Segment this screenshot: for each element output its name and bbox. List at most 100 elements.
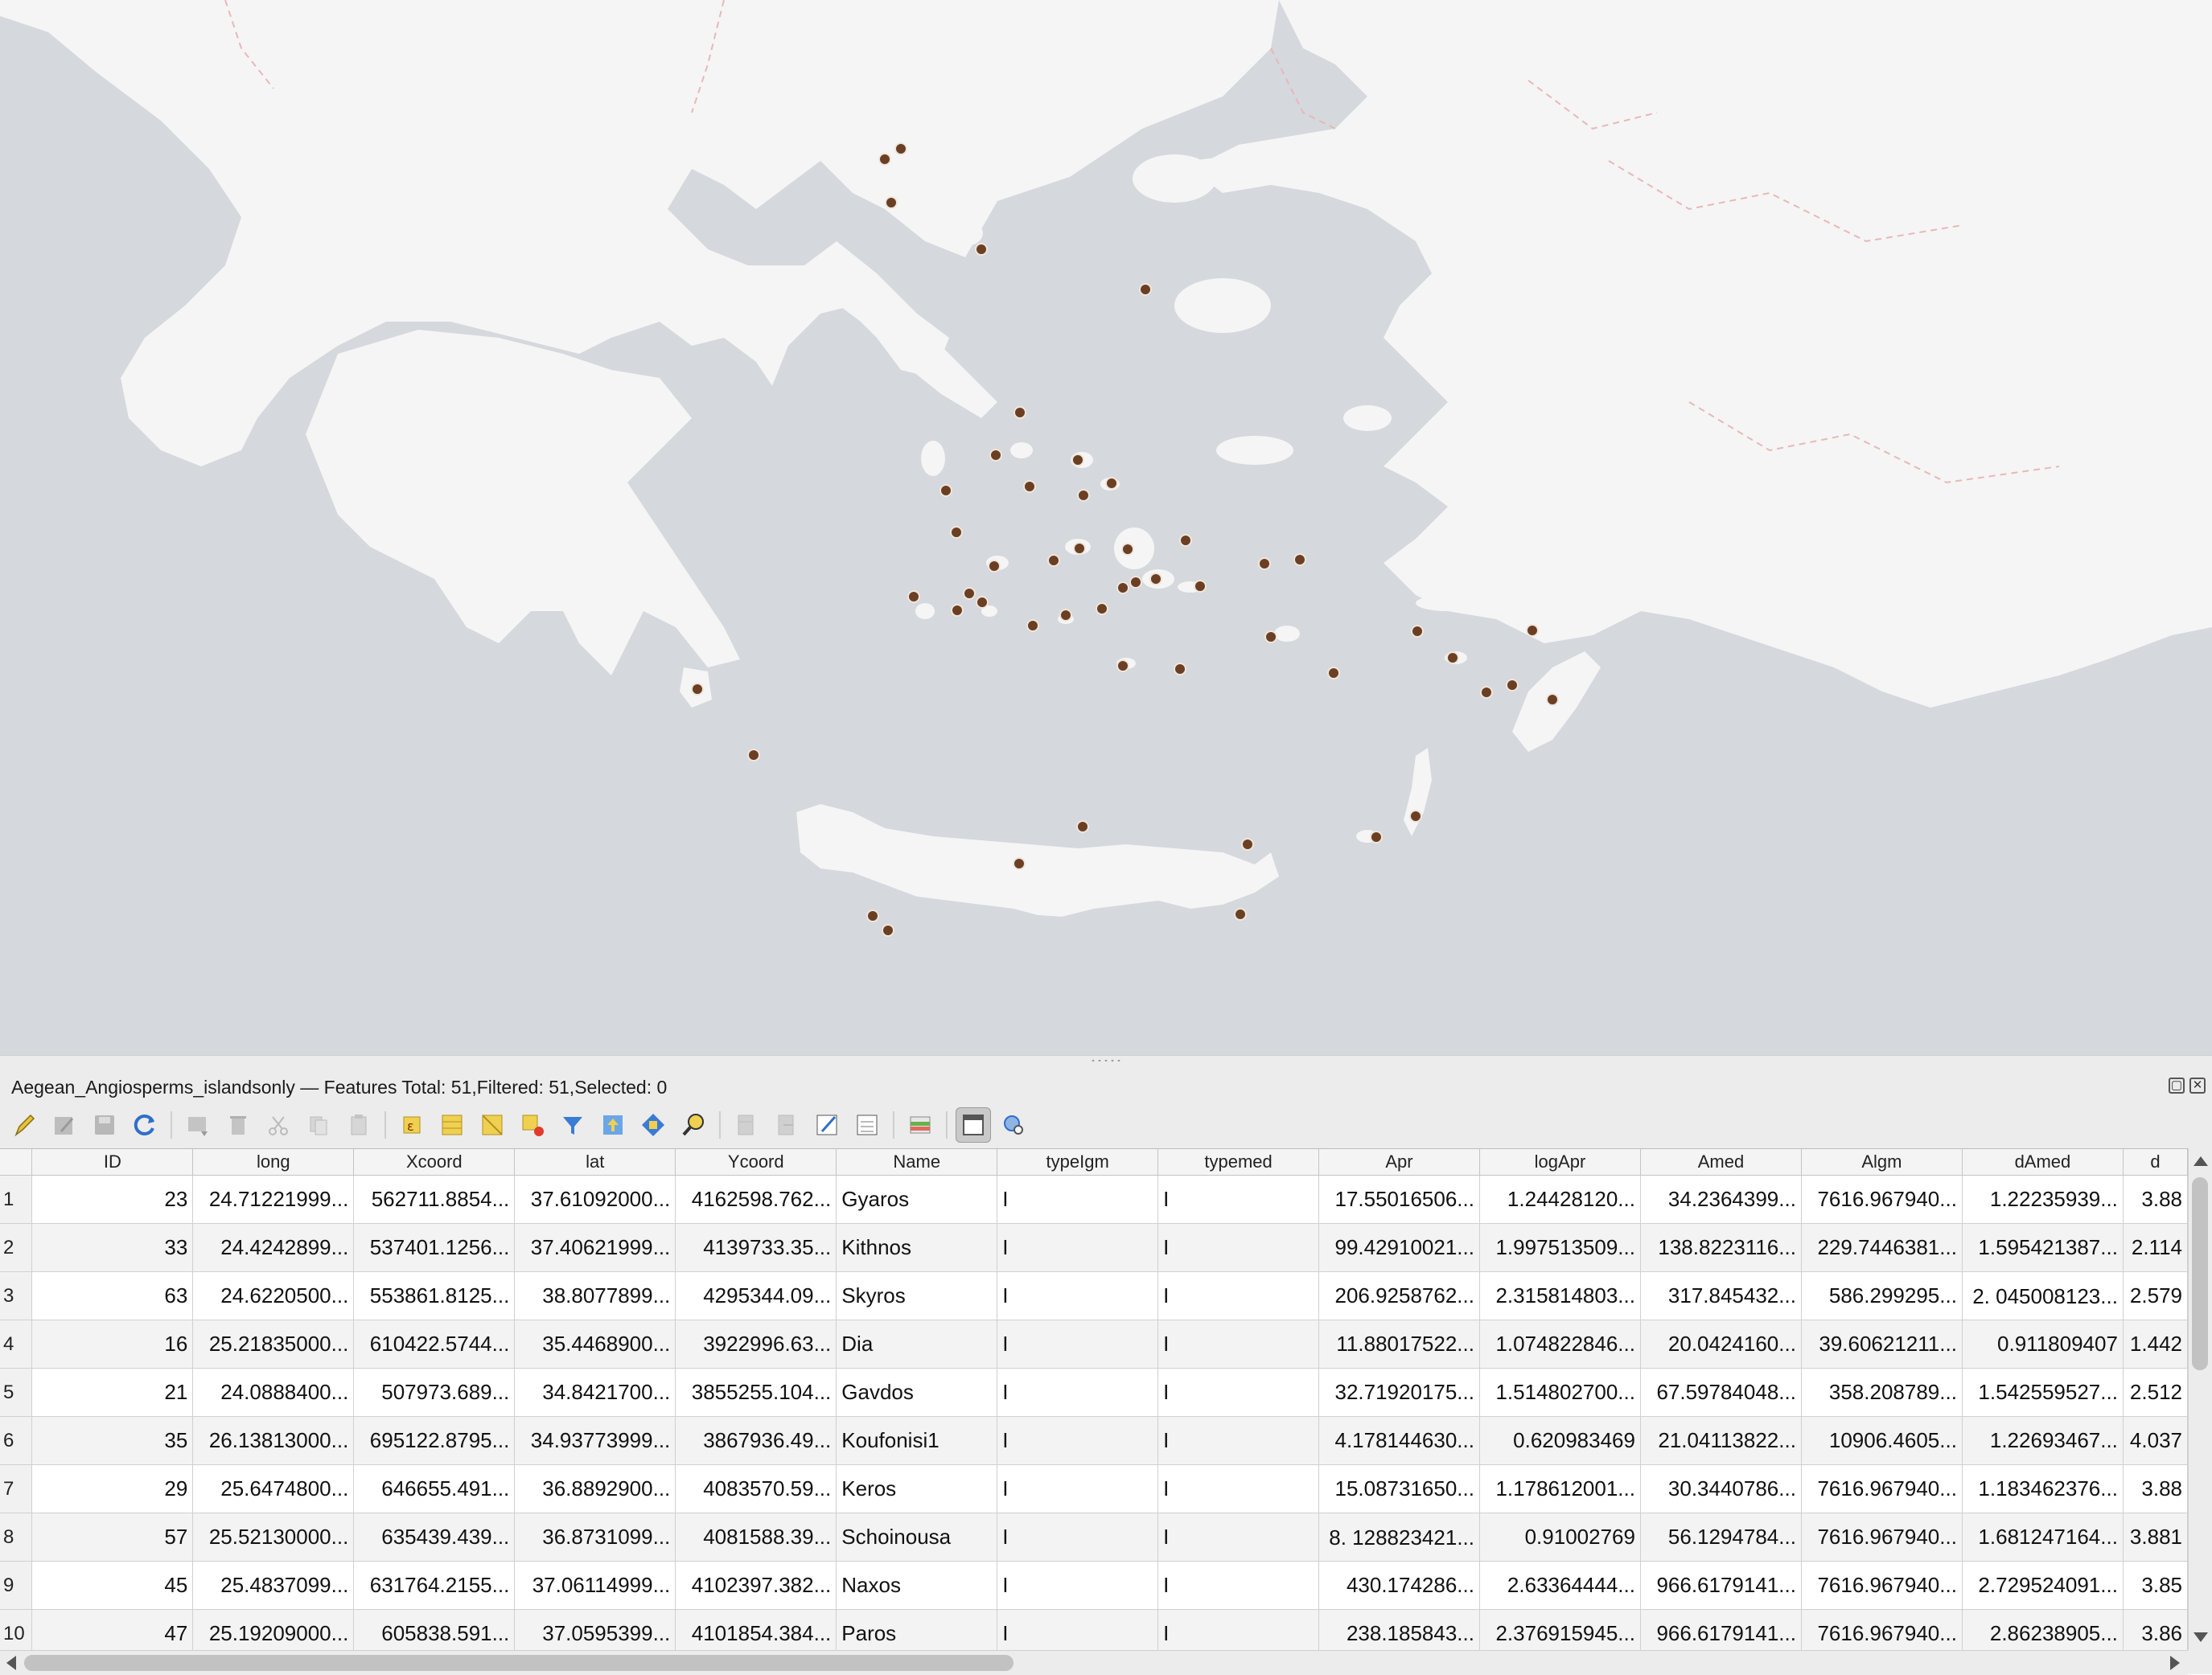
table-cell[interactable]: 32.71920175... <box>1318 1368 1480 1417</box>
table-cell[interactable]: 63 <box>31 1271 194 1320</box>
table-cell[interactable]: 37.06114999... <box>514 1561 676 1610</box>
table-cell[interactable]: 37.61092000... <box>514 1175 676 1224</box>
zoom-to-selection-button[interactable] <box>676 1107 711 1143</box>
row-number[interactable]: 3 <box>0 1271 33 1320</box>
dock-table-button[interactable] <box>956 1107 991 1143</box>
table-cell[interactable]: 25.4837099... <box>192 1561 355 1610</box>
table-cell[interactable]: 0.620983469 <box>1479 1416 1641 1465</box>
table-cell[interactable]: 317.845432... <box>1640 1271 1802 1320</box>
table-cell[interactable]: 631764.2155... <box>353 1561 516 1610</box>
field-calculator-button[interactable] <box>849 1107 885 1143</box>
column-header[interactable]: Algm <box>1801 1149 1963 1176</box>
table-cell[interactable]: Paros <box>836 1609 998 1651</box>
table-cell[interactable]: 1.514802700... <box>1479 1368 1641 1417</box>
table-cell[interactable]: Dia <box>836 1320 998 1369</box>
row-number[interactable]: 7 <box>0 1464 33 1513</box>
table-cell[interactable]: 29 <box>31 1464 194 1513</box>
table-cell[interactable]: 138.8223116... <box>1640 1223 1802 1272</box>
table-cell[interactable]: 562711.8854... <box>353 1175 516 1224</box>
table-cell[interactable]: 537401.1256... <box>353 1223 516 1272</box>
delete-feature-button[interactable] <box>220 1107 256 1143</box>
table-cell[interactable]: 553861.8125... <box>353 1271 516 1320</box>
table-cell[interactable]: I <box>1157 1513 1319 1562</box>
horizontal-scroll-thumb[interactable] <box>24 1655 1013 1671</box>
table-cell[interactable]: 0.911809407 <box>1962 1320 2124 1369</box>
table-row[interactable]: 8 57 25.52130000... 635439.439... 36.8731099… <box>0 1513 2188 1562</box>
filter-select-button[interactable] <box>555 1107 590 1143</box>
table-cell[interactable]: 966.6179141... <box>1640 1561 1802 1610</box>
table-cell[interactable]: 36.8731099... <box>514 1513 676 1562</box>
table-cell[interactable]: 635439.439... <box>353 1513 516 1562</box>
table-row[interactable]: 6 35 26.13813000... 695122.8795... 34.937739… <box>0 1416 2188 1465</box>
table-cell[interactable]: I <box>1157 1609 1319 1651</box>
table-cell[interactable]: 4081588.39... <box>675 1513 837 1562</box>
paste-button[interactable] <box>341 1107 376 1143</box>
table-cell[interactable]: 24.4242899... <box>192 1223 355 1272</box>
table-cell[interactable]: 1.074822846... <box>1479 1320 1641 1369</box>
close-panel-icon[interactable]: ✕ <box>2189 1078 2206 1094</box>
table-cell[interactable]: I <box>1157 1416 1319 1465</box>
table-cell[interactable]: 2.512 <box>2123 1368 2188 1417</box>
attribute-table[interactable]: ID long Xcoord lat Ycoord Name typeIgm t… <box>0 1148 2188 1651</box>
table-cell[interactable]: 25.52130000... <box>192 1513 355 1562</box>
table-cell[interactable]: I <box>997 1223 1159 1272</box>
table-cell[interactable]: 1.183462376... <box>1962 1464 2124 1513</box>
scroll-up-icon[interactable] <box>2193 1156 2208 1166</box>
invert-selection-button[interactable] <box>475 1107 510 1143</box>
table-cell[interactable]: I <box>997 1513 1159 1562</box>
save-edits-button[interactable] <box>87 1107 122 1143</box>
table-cell[interactable]: 1.178612001... <box>1479 1464 1641 1513</box>
table-row[interactable]: 7 29 25.6474800... 646655.491... 36.8892900.… <box>0 1464 2188 1513</box>
table-cell[interactable]: 2.729524091... <box>1962 1561 2124 1610</box>
table-cell[interactable]: 24.6220500... <box>192 1271 355 1320</box>
table-cell[interactable]: 7616.967940... <box>1801 1513 1963 1562</box>
table-cell[interactable]: 15.08731650... <box>1318 1464 1480 1513</box>
column-header[interactable]: typemed <box>1157 1149 1319 1176</box>
table-cell[interactable]: 34.93773999... <box>514 1416 676 1465</box>
table-cell[interactable]: 47 <box>31 1609 194 1651</box>
table-cell[interactable]: 10906.4605... <box>1801 1416 1963 1465</box>
table-cell[interactable]: 2.114 <box>2123 1223 2188 1272</box>
table-cell[interactable]: I <box>997 1175 1159 1224</box>
table-cell[interactable]: 25.19209000... <box>192 1609 355 1651</box>
table-cell[interactable]: 7616.967940... <box>1801 1609 1963 1651</box>
horizontal-scrollbar[interactable] <box>0 1650 2188 1675</box>
table-cell[interactable]: 7616.967940... <box>1801 1561 1963 1610</box>
table-cell[interactable]: I <box>1157 1464 1319 1513</box>
column-header[interactable]: Xcoord <box>353 1149 516 1176</box>
table-cell[interactable]: 34.2364399... <box>1640 1175 1802 1224</box>
table-cell[interactable]: 2.315814803... <box>1479 1271 1641 1320</box>
table-cell[interactable]: I <box>1157 1175 1319 1224</box>
column-header[interactable]: dAmed <box>1962 1149 2124 1176</box>
table-cell[interactable]: 695122.8795... <box>353 1416 516 1465</box>
table-cell[interactable]: Skyros <box>836 1271 998 1320</box>
table-cell[interactable]: 4102397.382... <box>675 1561 837 1610</box>
table-cell[interactable]: 2.579 <box>2123 1271 2188 1320</box>
table-cell[interactable]: 0.91002769 <box>1479 1513 1641 1562</box>
table-row[interactable]: 2 33 24.4242899... 537401.1256... 37.4062199… <box>0 1223 2188 1272</box>
table-cell[interactable]: 4162598.762... <box>675 1175 837 1224</box>
table-cell[interactable]: 38.8077899... <box>514 1271 676 1320</box>
table-cell[interactable]: 605838.591... <box>353 1609 516 1651</box>
reload-table-button[interactable] <box>127 1107 162 1143</box>
table-cell[interactable]: 1.22235939... <box>1962 1175 2124 1224</box>
table-cell[interactable]: 507973.689... <box>353 1368 516 1417</box>
table-cell[interactable]: 4083570.59... <box>675 1464 837 1513</box>
table-cell[interactable]: 37.40621999... <box>514 1223 676 1272</box>
row-number[interactable]: 5 <box>0 1368 33 1417</box>
deselect-all-button[interactable] <box>515 1107 550 1143</box>
column-header[interactable]: typeIgm <box>997 1149 1159 1176</box>
table-cell[interactable]: 3867936.49... <box>675 1416 837 1465</box>
table-cell[interactable]: I <box>997 1416 1159 1465</box>
table-cell[interactable]: I <box>1157 1320 1319 1369</box>
table-row[interactable]: 5 21 24.0888400... 507973.689... 34.8421700.… <box>0 1368 2188 1417</box>
table-cell[interactable]: 25.6474800... <box>192 1464 355 1513</box>
select-by-expression-button[interactable]: ε <box>394 1107 430 1143</box>
table-cell[interactable]: 1.24428120... <box>1479 1175 1641 1224</box>
table-cell[interactable]: 16 <box>31 1320 194 1369</box>
table-cell[interactable]: I <box>997 1320 1159 1369</box>
table-cell[interactable]: 36.8892900... <box>514 1464 676 1513</box>
scroll-right-icon[interactable] <box>2170 1656 2180 1670</box>
table-cell[interactable]: 21.04113822... <box>1640 1416 1802 1465</box>
copy-button[interactable] <box>301 1107 336 1143</box>
